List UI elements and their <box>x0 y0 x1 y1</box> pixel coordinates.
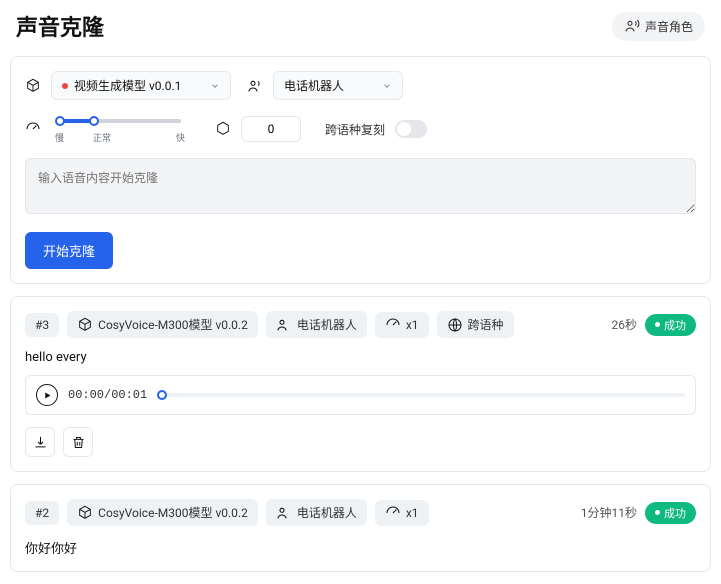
slider-handle[interactable] <box>89 116 99 126</box>
role-tag: 电话机器人 <box>266 499 367 526</box>
model-icon <box>77 317 93 333</box>
globe-icon <box>447 317 463 333</box>
duration-label: 1分钟11秒 <box>581 504 637 521</box>
result-card: #3 CosyVoice-M300模型 v0.0.2 电话机器人 x1 跨语种 … <box>10 296 711 472</box>
index-tag: #3 <box>25 313 59 337</box>
play-button[interactable] <box>36 384 58 406</box>
model-tag: CosyVoice-M300模型 v0.0.2 <box>67 499 258 526</box>
progress-handle[interactable] <box>157 390 167 400</box>
status-badge: 成功 <box>645 314 696 336</box>
speed-icon <box>385 505 401 521</box>
audio-player: 00:00/00:01 <box>25 375 696 415</box>
model-icon <box>77 505 93 521</box>
download-button[interactable] <box>25 427 55 457</box>
role-select[interactable]: 电话机器人 <box>273 71 403 100</box>
result-card: #2 CosyVoice-M300模型 v0.0.2 电话机器人 x1 1分钟1… <box>10 484 711 572</box>
delete-button[interactable] <box>63 427 93 457</box>
chevron-down-icon <box>382 81 392 91</box>
model-select-value: 视频生成模型 v0.0.1 <box>74 77 181 94</box>
user-voice-icon <box>247 78 263 94</box>
cross-language-label: 跨语种复刻 <box>325 121 385 138</box>
speed-icon <box>25 121 41 137</box>
clone-text-output: 你好你好 <box>25 538 696 557</box>
slider-handle[interactable] <box>55 116 65 126</box>
speed-tag: x1 <box>375 312 429 338</box>
speed-tick-normal: 正常 <box>93 131 111 144</box>
user-voice-icon <box>276 317 292 333</box>
status-badge: 成功 <box>645 502 696 524</box>
player-progress[interactable] <box>157 393 685 397</box>
page-title: 声音克隆 <box>16 10 104 42</box>
clone-text-output: hello every <box>25 350 696 365</box>
voice-role-label: 声音角色 <box>645 18 693 35</box>
chevron-down-icon <box>210 81 220 91</box>
cross-tag: 跨语种 <box>437 311 514 338</box>
speed-tick-fast: 快 <box>176 131 185 144</box>
role-tag: 电话机器人 <box>266 311 367 338</box>
user-voice-icon <box>624 18 640 34</box>
user-voice-icon <box>276 505 292 521</box>
speed-tick-slow: 慢 <box>55 131 64 144</box>
speed-icon <box>385 317 401 333</box>
voice-role-button[interactable]: 声音角色 <box>612 12 705 41</box>
index-tag: #2 <box>25 501 59 525</box>
seed-input[interactable] <box>241 116 301 142</box>
model-tag: CosyVoice-M300模型 v0.0.2 <box>67 311 258 338</box>
start-clone-button[interactable]: 开始克隆 <box>25 232 113 269</box>
duration-label: 26秒 <box>612 316 638 333</box>
seed-icon <box>215 121 231 137</box>
clone-text-input[interactable] <box>25 158 696 214</box>
role-select-value: 电话机器人 <box>284 77 344 94</box>
model-icon <box>25 78 41 94</box>
cross-language-toggle[interactable] <box>395 120 427 138</box>
speed-tag: x1 <box>375 500 429 526</box>
clone-form-panel: 视频生成模型 v0.0.1 电话机器人 慢 正常 快 <box>10 56 711 284</box>
player-time: 00:00/00:01 <box>68 388 147 402</box>
speed-slider[interactable]: 慢 正常 快 <box>55 114 185 144</box>
status-dot-icon <box>62 83 68 89</box>
model-select[interactable]: 视频生成模型 v0.0.1 <box>51 71 231 100</box>
